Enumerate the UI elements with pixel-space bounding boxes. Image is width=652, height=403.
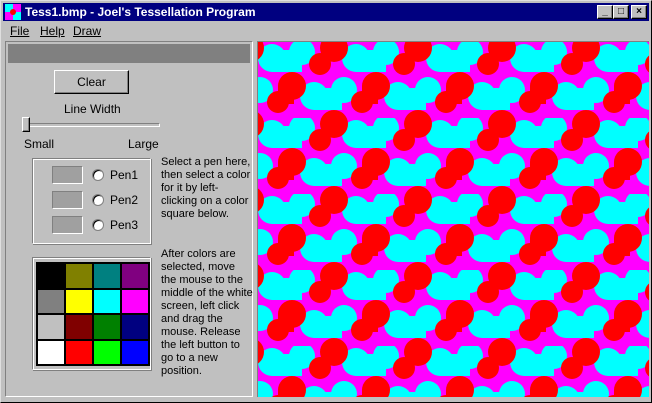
minimize-icon: _ bbox=[602, 6, 608, 17]
palette-color-8[interactable] bbox=[37, 314, 65, 340]
close-icon: × bbox=[636, 6, 642, 17]
pen1-label[interactable]: Pen1 bbox=[110, 168, 138, 182]
pen2-color-swatch bbox=[52, 191, 83, 209]
pen2-radio[interactable] bbox=[92, 194, 104, 206]
palette-color-0[interactable] bbox=[37, 263, 65, 289]
palette-color-9[interactable] bbox=[65, 314, 93, 340]
tessellation-fill bbox=[258, 42, 649, 397]
palette-color-15[interactable] bbox=[121, 339, 149, 365]
palette-color-5[interactable] bbox=[65, 288, 93, 314]
palette-color-2[interactable] bbox=[93, 263, 121, 289]
slider-max-label: Large bbox=[128, 137, 159, 151]
window-title: Tess1.bmp - Joel's Tessellation Program bbox=[25, 5, 256, 19]
pen3-color-swatch bbox=[52, 216, 83, 234]
palette-color-14[interactable] bbox=[93, 339, 121, 365]
close-button[interactable]: × bbox=[631, 5, 647, 19]
color-palette bbox=[36, 262, 150, 366]
pen1-radio[interactable] bbox=[92, 169, 104, 181]
pen2-label[interactable]: Pen2 bbox=[110, 193, 138, 207]
palette-color-7[interactable] bbox=[121, 288, 149, 314]
pen-selector-group: Pen1 Pen2 Pen3 bbox=[32, 158, 151, 244]
palette-color-4[interactable] bbox=[37, 288, 65, 314]
menu-file[interactable]: File bbox=[10, 24, 29, 38]
palette-color-13[interactable] bbox=[65, 339, 93, 365]
palette-color-3[interactable] bbox=[121, 263, 149, 289]
line-width-label: Line Width bbox=[64, 102, 121, 116]
clear-button[interactable]: Clear bbox=[54, 70, 129, 94]
menu-help[interactable]: Help bbox=[40, 24, 65, 38]
pen3-radio[interactable] bbox=[92, 219, 104, 231]
palette-color-6[interactable] bbox=[93, 288, 121, 314]
slider-min-label: Small bbox=[24, 137, 55, 151]
palette-color-10[interactable] bbox=[93, 314, 121, 340]
palette-color-12[interactable] bbox=[37, 339, 65, 365]
palette-color-1[interactable] bbox=[65, 263, 93, 289]
menu-bar: File Help Draw bbox=[3, 22, 649, 40]
app-window: Tess1.bmp - Joel's Tessellation Program … bbox=[0, 0, 652, 403]
tessellation-image[interactable] bbox=[258, 42, 649, 397]
pen1-color-swatch bbox=[52, 166, 83, 184]
maximize-button[interactable]: □ bbox=[613, 5, 629, 19]
menu-draw[interactable]: Draw bbox=[73, 24, 101, 38]
minimize-button[interactable]: _ bbox=[597, 5, 613, 19]
drawing-canvas[interactable] bbox=[257, 41, 649, 397]
pen3-label[interactable]: Pen3 bbox=[110, 218, 138, 232]
palette-color-11[interactable] bbox=[121, 314, 149, 340]
drawing-instructions-text: After colors are selected, move the mous… bbox=[161, 248, 253, 377]
line-width-slider-thumb[interactable] bbox=[22, 117, 30, 132]
title-bar[interactable]: Tess1.bmp - Joel's Tessellation Program … bbox=[3, 3, 649, 21]
control-panel: Clear Line Width Small Large Pen1 Pen2 P… bbox=[5, 41, 253, 397]
line-width-slider-track[interactable] bbox=[24, 123, 160, 127]
panel-header-bar bbox=[8, 44, 250, 63]
clear-button-label: Clear bbox=[77, 75, 106, 89]
app-icon bbox=[5, 4, 21, 20]
pen-instructions-text: Select a pen here, then select a color f… bbox=[161, 156, 251, 220]
color-palette-group bbox=[32, 257, 151, 370]
maximize-icon: □ bbox=[617, 6, 625, 17]
